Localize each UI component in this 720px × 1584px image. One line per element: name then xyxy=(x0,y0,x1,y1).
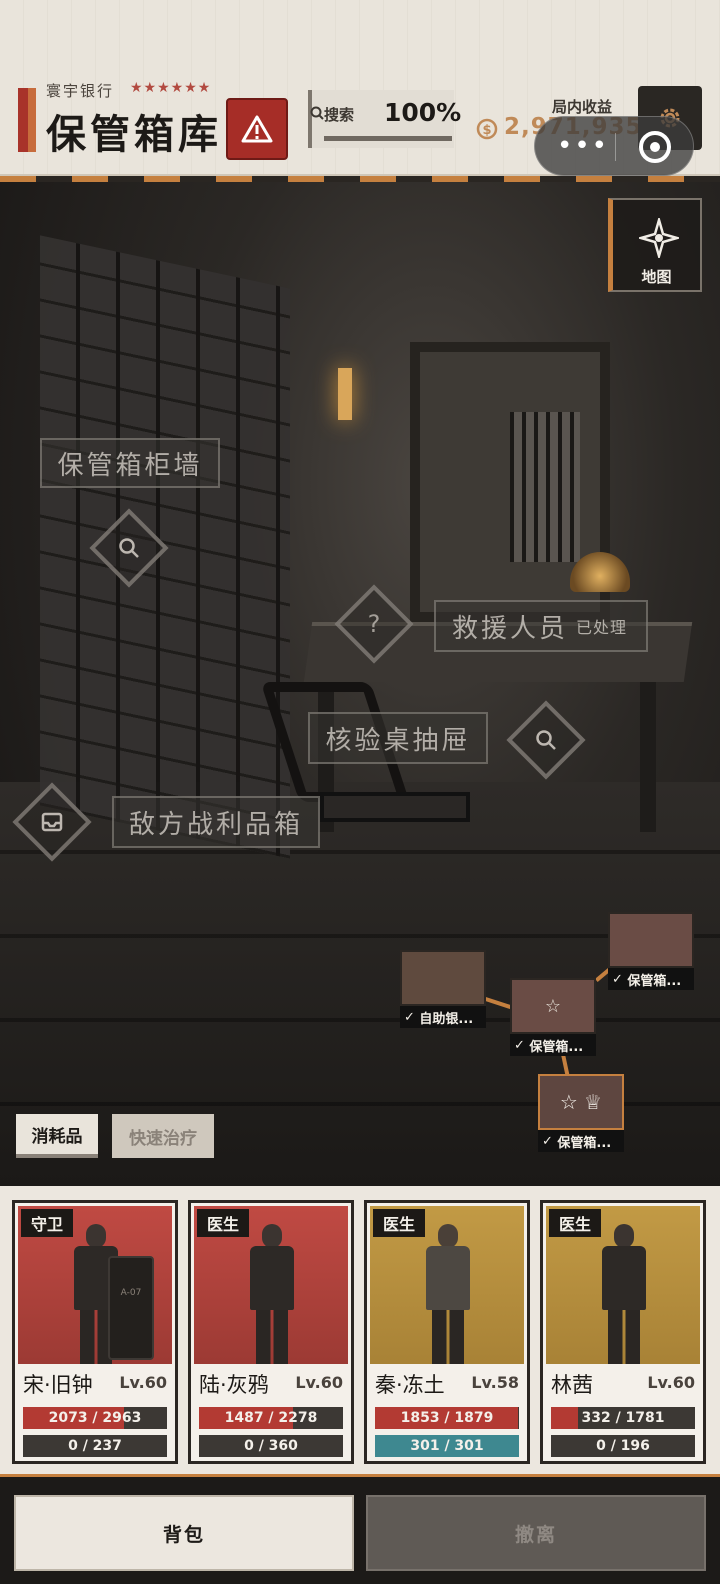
energy-bar: 0 / 360 xyxy=(199,1435,343,1457)
location-accent-bar xyxy=(18,88,36,152)
search-percent: 100% xyxy=(384,98,462,127)
coin-icon: $ xyxy=(476,118,498,140)
search-icon xyxy=(536,730,556,750)
hp-value: 1487 / 2278 xyxy=(224,1410,318,1426)
check-icon: ✓ xyxy=(404,1009,420,1025)
party-card-lin[interactable]: 医生 林茜 Lv.60 332 / 1781 0 / 196 xyxy=(540,1200,706,1464)
minimap-node-label: ✓ 保管箱... xyxy=(538,1130,624,1152)
character-figure xyxy=(246,1224,298,1364)
role-badge: 医生 xyxy=(197,1209,250,1237)
svg-text:$: $ xyxy=(482,123,491,138)
check-icon: ✓ xyxy=(514,1037,530,1053)
minimap-node-tile: ☆ ♕ xyxy=(538,1074,624,1130)
character-level: Lv.58 xyxy=(471,1373,519,1392)
character-level: Lv.60 xyxy=(647,1373,695,1392)
top-bar: 寰宇银行 ★★★★★★ 保管箱库 搜索 100% 局内收益 $ 2,971,93… xyxy=(0,0,720,176)
miniprogram-capsule[interactable]: ••• xyxy=(534,116,694,176)
backpack-button[interactable]: 背包 xyxy=(14,1495,354,1571)
alert-button[interactable] xyxy=(226,98,288,160)
hotspot-rescue[interactable]: 救援人员 已处理 xyxy=(434,600,648,652)
star-icon: ☆ xyxy=(544,995,562,1017)
party-card-qin[interactable]: 医生 秦·冻土 Lv.58 1853 / 1879 301 / 301 xyxy=(364,1200,530,1464)
warning-icon xyxy=(241,115,273,143)
hp-bar: 1853 / 1879 xyxy=(375,1407,519,1429)
hotspot-deposit-wall[interactable]: 保管箱柜墙 xyxy=(40,438,220,488)
check-icon: ✓ xyxy=(542,1133,558,1149)
check-icon: ✓ xyxy=(612,971,628,987)
minimap-node-tile: ☆ xyxy=(510,978,596,1034)
hp-bar: 2073 / 2963 xyxy=(23,1407,167,1429)
bank-name: 寰宇银行 xyxy=(46,82,115,100)
minimap-node-atm[interactable]: ✓ 自助银... xyxy=(400,950,486,1028)
hp-value: 332 / 1781 xyxy=(581,1410,665,1426)
map-label: 地图 xyxy=(641,268,672,286)
crown-icon: ♕ xyxy=(584,1090,603,1114)
character-name: 陆·灰鸦 xyxy=(199,1373,269,1397)
character-name: 秦·冻土 xyxy=(375,1373,445,1397)
energy-value: 0 / 360 xyxy=(244,1438,298,1454)
character-figure xyxy=(598,1224,650,1364)
energy-bar: 0 / 196 xyxy=(551,1435,695,1457)
hotspot-desk-drawer-marker[interactable] xyxy=(506,700,586,780)
energy-bar: 301 / 301 xyxy=(375,1435,519,1457)
party-card-lu[interactable]: 医生 陆·灰鸦 Lv.60 1487 / 2278 0 / 360 xyxy=(188,1200,354,1464)
inbox-icon xyxy=(41,812,63,832)
tab-consumables[interactable]: 消耗品 xyxy=(16,1114,98,1158)
character-name: 宋·旧钟 xyxy=(23,1373,93,1397)
search-label: 搜索 xyxy=(324,106,355,124)
minimap-node-vault-a[interactable]: ☆ ✓ 保管箱... xyxy=(510,978,596,1056)
desk-leg xyxy=(640,682,656,832)
party-panel: A-07 守卫 宋·旧钟 Lv.60 2073 / 2963 0 / 237 医… xyxy=(0,1186,720,1474)
character-figure xyxy=(422,1224,474,1364)
search-icon xyxy=(310,106,324,120)
character-level: Lv.60 xyxy=(295,1373,343,1392)
action-bar: 背包 撤离 xyxy=(0,1474,720,1584)
star-icon: ☆ xyxy=(559,1090,578,1114)
close-target-icon[interactable] xyxy=(639,131,671,163)
hotspot-desk-drawer[interactable]: 核验桌抽屉 xyxy=(308,712,488,764)
question-icon: ? xyxy=(367,610,381,638)
minimap-node-current[interactable]: ☆ ♕ ✓ 保管箱... xyxy=(538,1074,624,1152)
hp-value: 2073 / 2963 xyxy=(48,1410,142,1426)
energy-value: 0 / 196 xyxy=(596,1438,650,1454)
hp-bar: 1487 / 2278 xyxy=(199,1407,343,1429)
vault-scene: 保管箱柜墙 ? 救援人员 已处理 核验桌抽屉 敌方战利品箱 地图 ✓ 自助银..… xyxy=(0,182,720,1186)
search-icon xyxy=(119,538,139,558)
minimap-node-tile xyxy=(608,912,694,968)
energy-bar: 0 / 237 xyxy=(23,1435,167,1457)
location-title: 保管箱库 xyxy=(46,112,222,158)
character-name: 林茜 xyxy=(551,1373,593,1397)
compass-icon xyxy=(639,218,679,258)
minimap-node-label: ✓ 保管箱... xyxy=(510,1034,596,1056)
character-level: Lv.60 xyxy=(119,1373,167,1392)
difficulty-stars: ★★★★★★ xyxy=(130,80,212,96)
role-badge: 医生 xyxy=(373,1209,426,1237)
minimap-node-vault-b[interactable]: ✓ 保管箱... xyxy=(608,912,694,990)
energy-value: 301 / 301 xyxy=(410,1438,484,1454)
more-icon[interactable]: ••• xyxy=(557,131,609,161)
tab-quick-heal[interactable]: 快速治疗 xyxy=(112,1114,214,1158)
hp-value: 1853 / 1879 xyxy=(400,1410,494,1426)
hotspot-loot-box[interactable]: 敌方战利品箱 xyxy=(112,796,320,848)
hotspot-rescue-label: 救援人员 xyxy=(452,613,569,644)
hotspot-rescue-status: 已处理 xyxy=(576,618,628,637)
minimap-node-label: ✓ 保管箱... xyxy=(608,968,694,990)
energy-value: 0 / 237 xyxy=(68,1438,122,1454)
capsule-divider xyxy=(615,133,616,161)
role-badge: 守卫 xyxy=(21,1209,74,1237)
party-card-song[interactable]: A-07 守卫 宋·旧钟 Lv.60 2073 / 2963 0 / 237 xyxy=(12,1200,178,1464)
map-button[interactable]: 地图 xyxy=(608,198,702,292)
role-badge: 医生 xyxy=(549,1209,602,1237)
minimap-node-label: ✓ 自助银... xyxy=(400,1006,486,1028)
search-progress-bar xyxy=(324,136,452,141)
search-progress: 搜索 100% xyxy=(308,90,461,148)
minimap-node-tile xyxy=(400,950,486,1006)
riot-shield: A-07 xyxy=(108,1256,154,1360)
hp-bar: 332 / 1781 xyxy=(551,1407,695,1429)
evacuate-button[interactable]: 撤离 xyxy=(366,1495,706,1571)
wall-lamp-art xyxy=(338,368,352,420)
game-screen: 寰宇银行 ★★★★★★ 保管箱库 搜索 100% 局内收益 $ 2,971,93… xyxy=(0,0,720,1584)
